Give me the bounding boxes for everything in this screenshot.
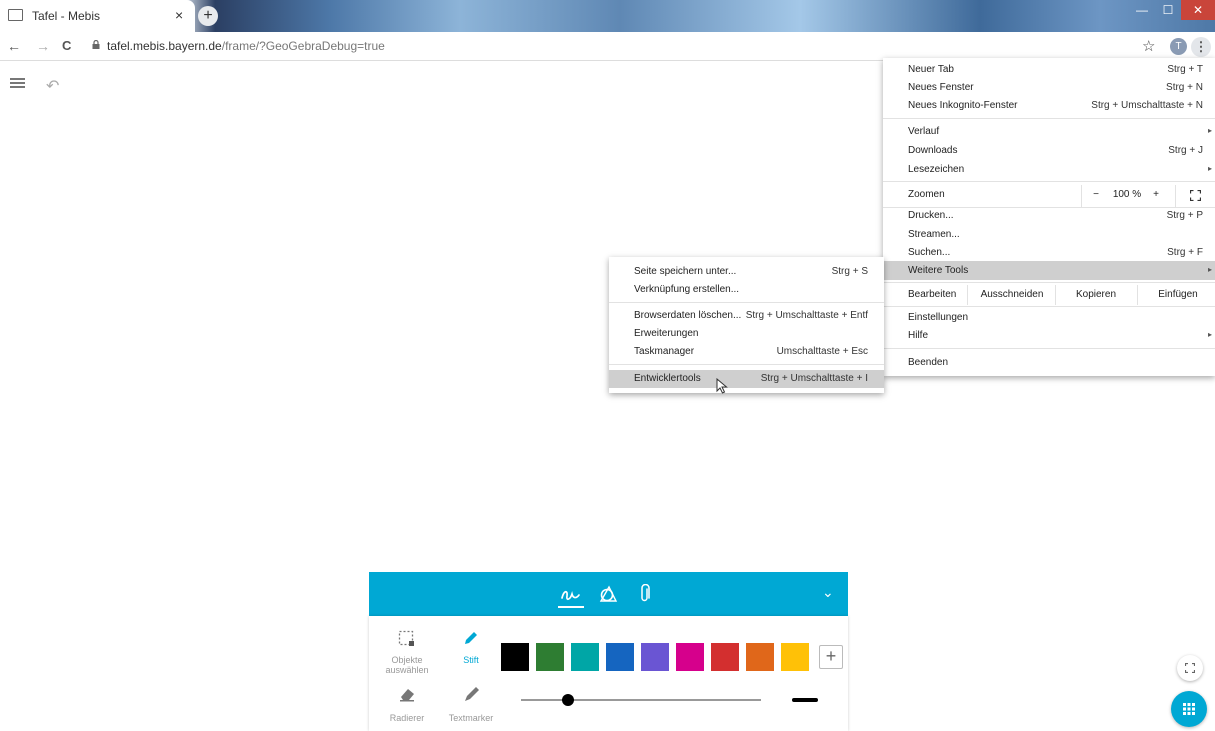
menu-item-help[interactable]: Hilfe ▸	[883, 327, 1215, 345]
color-swatch[interactable]	[746, 643, 774, 671]
lock-icon	[92, 40, 100, 49]
menu-item-cast[interactable]: Streamen...	[883, 226, 1215, 244]
menu-item-settings[interactable]: Einstellungen	[883, 309, 1215, 327]
submenu-item-save-page[interactable]: Seite speichern unter... Strg + S	[609, 263, 884, 281]
chrome-menu-button[interactable]: ⋮	[1191, 37, 1211, 57]
submenu-arrow-icon: ▸	[1207, 126, 1212, 135]
color-swatch[interactable]	[571, 643, 599, 671]
pen-tab-icon[interactable]	[558, 584, 584, 608]
menu-item-print[interactable]: Drucken... Strg + P	[883, 207, 1215, 225]
profile-avatar[interactable]: T	[1170, 38, 1187, 55]
menu-item-new-window[interactable]: Neues Fenster Strg + N	[883, 79, 1215, 97]
menu-divider	[883, 282, 1215, 283]
menu-divider	[883, 348, 1215, 349]
url-path: /frame/?GeoGebraDebug=true	[221, 39, 385, 53]
color-swatch[interactable]	[501, 643, 529, 671]
edit-divider	[967, 285, 968, 305]
collapse-chevron-icon[interactable]: ⌄	[822, 584, 834, 601]
menu-divider	[883, 306, 1215, 307]
color-swatch[interactable]	[536, 643, 564, 671]
color-swatch[interactable]	[781, 643, 809, 671]
menu-item-new-tab[interactable]: Neuer Tab Strg + T	[883, 61, 1215, 79]
menu-item-more-tools[interactable]: Weitere Tools ▸	[883, 261, 1215, 280]
cut-button[interactable]: Ausschneiden	[973, 289, 1051, 300]
zoom-in-button[interactable]: +	[1149, 189, 1163, 200]
highlighter-tool-label: Textmarker	[448, 713, 494, 723]
submenu-item-clear-data[interactable]: Browserdaten löschen... Strg + Umschaltt…	[609, 307, 884, 325]
color-swatch[interactable]	[606, 643, 634, 671]
zoom-divider	[1175, 185, 1176, 207]
pen-size-slider-thumb[interactable]	[561, 694, 574, 706]
tab-close-icon[interactable]: ×	[175, 7, 183, 23]
pen-tool-icon[interactable]	[462, 629, 480, 647]
mouse-cursor-icon	[716, 378, 728, 394]
highlighter-tool-icon[interactable]	[462, 684, 482, 704]
window-controls: — ☐ ✕	[1129, 0, 1215, 20]
back-button[interactable]: ←	[7, 38, 21, 54]
grid-icon	[1183, 703, 1195, 715]
copy-button[interactable]: Kopieren	[1059, 289, 1133, 300]
eraser-tool-icon[interactable]	[398, 685, 418, 703]
menu-item-downloads[interactable]: Downloads Strg + J	[883, 142, 1215, 160]
pen-size-slider-track[interactable]	[521, 699, 761, 701]
color-swatch[interactable]	[676, 643, 704, 671]
menu-item-incognito[interactable]: Neues Inkognito-Fenster Strg + Umschaltt…	[883, 97, 1215, 115]
fullscreen-icon[interactable]	[1190, 190, 1201, 201]
submenu-item-developer-tools[interactable]: Entwicklertools Strg + Umschalttaste + I	[609, 370, 884, 388]
edit-divider	[1055, 285, 1056, 305]
submenu-arrow-icon: ▸	[1207, 265, 1212, 274]
pen-size-preview	[792, 698, 818, 702]
address-bar[interactable]: tafel.mebis.bayern.de/frame/?GeoGebraDeb…	[107, 39, 385, 53]
paste-button[interactable]: Einfügen	[1141, 289, 1215, 300]
zoom-divider	[1081, 185, 1082, 207]
color-swatch[interactable]	[711, 643, 739, 671]
menu-item-zoom: Zoomen − 100 % +	[883, 185, 1215, 207]
url-host: tafel.mebis.bayern.de	[107, 39, 222, 53]
chrome-main-menu: Neuer Tab Strg + T Neues Fenster Strg + …	[883, 58, 1215, 376]
bookmark-star-icon[interactable]: ☆	[1142, 37, 1155, 55]
submenu-arrow-icon: ▸	[1207, 330, 1212, 339]
tab-title: Tafel - Mebis	[32, 9, 101, 23]
new-tab-button[interactable]: +	[198, 6, 218, 26]
menu-divider	[883, 118, 1215, 119]
shapes-tab-icon[interactable]	[598, 585, 618, 603]
submenu-item-extensions[interactable]: Erweiterungen	[609, 325, 884, 343]
eraser-tool-label: Radierer	[389, 713, 425, 723]
window-close-button[interactable]: ✕	[1181, 0, 1215, 20]
reload-button[interactable]: C	[62, 38, 71, 53]
minimize-button[interactable]: —	[1129, 0, 1155, 20]
more-tools-submenu: Seite speichern unter... Strg + S Verknü…	[609, 257, 884, 393]
zoom-out-button[interactable]: −	[1089, 189, 1103, 200]
menu-item-find[interactable]: Suchen... Strg + F	[883, 244, 1215, 262]
select-objects-label: Objekte auswählen	[385, 655, 429, 675]
submenu-item-task-manager[interactable]: Taskmanager Umschalttaste + Esc	[609, 343, 884, 361]
hamburger-menu-icon[interactable]	[10, 78, 25, 88]
fullscreen-icon	[1185, 663, 1195, 673]
edit-divider	[1137, 285, 1138, 305]
page-favicon-icon	[8, 9, 23, 21]
menu-divider	[883, 181, 1215, 182]
forward-button[interactable]: →	[36, 38, 50, 54]
toolbox-body	[369, 616, 848, 731]
undo-icon[interactable]: ↶	[46, 76, 59, 96]
submenu-divider	[609, 364, 884, 365]
submenu-item-create-shortcut[interactable]: Verknüpfung erstellen...	[609, 281, 884, 299]
menu-item-bookmarks[interactable]: Lesezeichen ▸	[883, 161, 1215, 179]
maximize-button[interactable]: ☐	[1155, 0, 1181, 20]
add-color-button[interactable]: +	[819, 645, 843, 669]
color-swatch[interactable]	[641, 643, 669, 671]
select-objects-icon[interactable]	[398, 630, 416, 648]
submenu-arrow-icon: ▸	[1207, 164, 1212, 173]
menu-item-edit: Bearbeiten Ausschneiden Kopieren Einfüge…	[883, 285, 1215, 305]
pen-tool-label: Stift	[463, 655, 479, 665]
menu-item-history[interactable]: Verlauf ▸	[883, 123, 1215, 141]
apps-grid-button[interactable]	[1171, 691, 1207, 727]
paperclip-icon[interactable]	[639, 584, 651, 604]
fullscreen-button[interactable]	[1177, 655, 1203, 681]
submenu-divider	[609, 302, 884, 303]
menu-item-exit[interactable]: Beenden	[883, 354, 1215, 372]
zoom-value: 100 %	[1112, 189, 1142, 200]
